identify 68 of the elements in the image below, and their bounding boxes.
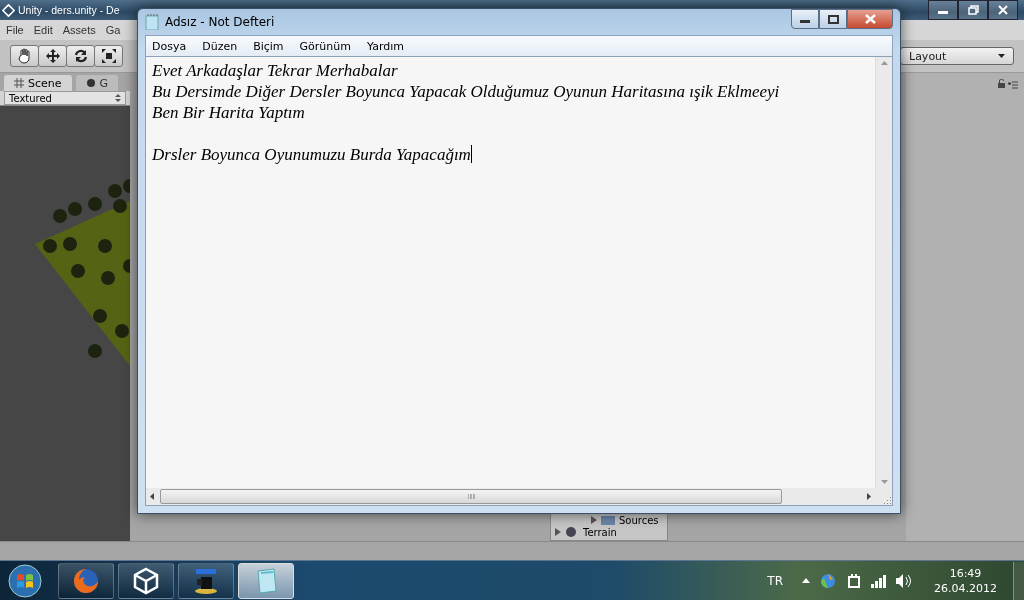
menu-item[interactable]: Assets [62,24,96,36]
text-line: Bu Dersimde Diğer Dersler Boyunca Yapacak Olduğumuz Oyunun Haritasına ışik Eklmeeyi [152,82,780,101]
move-arrows-icon [44,48,61,64]
text-line: Drsler Boyunca Oyunumuzu Burda Yapacağım [152,145,471,164]
clock[interactable]: 16:49 26.04.2012 [934,565,997,596]
rotate-icon [72,48,89,64]
lock-and-menu-icon [998,79,1018,89]
tool-button[interactable] [10,45,39,67]
signal-bars-icon [871,573,886,588]
grid-icon [14,78,24,88]
speaker-icon [895,572,911,589]
menu-item[interactable]: File [6,24,24,36]
menu-item[interactable]: Edit [33,24,53,36]
hand-icon [16,48,33,64]
layout-dropdown[interactable]: Layout [900,47,1014,65]
horizontal-scrollbar[interactable] [146,488,875,505]
hierarchy-item[interactable]: Sources [619,514,659,526]
dropdown-arrow-icon [998,54,1005,58]
expand-arrow-icon [591,516,597,524]
text-cursor [470,145,472,163]
scroll-left-icon [150,493,154,500]
terrain-icon [565,526,579,538]
globe-icon [819,571,837,590]
notepad-icon [145,14,159,30]
text-line: Evet Arkadaşlar Tekrar Merhabalar [152,61,398,80]
restore-button[interactable] [958,0,988,20]
menu-item[interactable]: Ga [105,24,121,36]
expand-arrow-icon [555,528,561,536]
restore-icon [967,5,979,15]
stepper-arrows-icon [115,94,121,102]
globe-fox-icon [72,566,100,595]
language-indicator[interactable]: TR [767,573,783,588]
unity-logo-icon [2,3,15,17]
show-hidden-icons-icon [802,578,810,583]
tool-button[interactable] [94,45,123,67]
shading-mode-dropdown[interactable]: Textured [4,91,126,105]
scroll-down-icon [880,480,888,484]
window-title: Adsız - Not Defteri [165,15,275,29]
grip-icon [467,494,475,499]
close-button[interactable] [988,0,1018,20]
camera-icon [192,566,220,595]
scroll-right-icon [867,493,871,500]
taskbar-button[interactable] [238,562,294,599]
panel-tab[interactable]: Scene [4,75,72,91]
window-title: Unity - ders.unity - De [18,4,120,16]
tool-button[interactable] [38,45,67,67]
tool-button[interactable] [66,45,95,67]
text-line: Ben Bir Harita Yaptım [152,103,305,122]
scale-icon [100,48,117,64]
show-desktop-button[interactable] [1013,561,1024,600]
menu-item[interactable]: Düzen [202,39,238,53]
maximize-icon [827,14,839,24]
folder-icon [601,514,615,526]
minimize-button[interactable] [791,9,819,29]
cube-logo-icon [132,566,160,595]
hierarchy-item[interactable]: Terrain [583,526,617,538]
scroll-up-icon [880,61,888,65]
menu-item[interactable]: Biçim [253,39,284,53]
close-icon [998,5,1008,15]
menu-item[interactable]: Dosya [152,39,187,53]
start-button[interactable] [8,563,42,598]
vertical-scrollbar[interactable] [875,57,892,488]
panel-tab[interactable]: G [75,75,119,91]
menu-item[interactable]: Görünüm [299,39,351,53]
minimize-button[interactable] [928,0,958,20]
maximize-button[interactable] [819,9,847,29]
close-icon [864,14,876,24]
menu-item[interactable]: Yardım [367,39,405,53]
